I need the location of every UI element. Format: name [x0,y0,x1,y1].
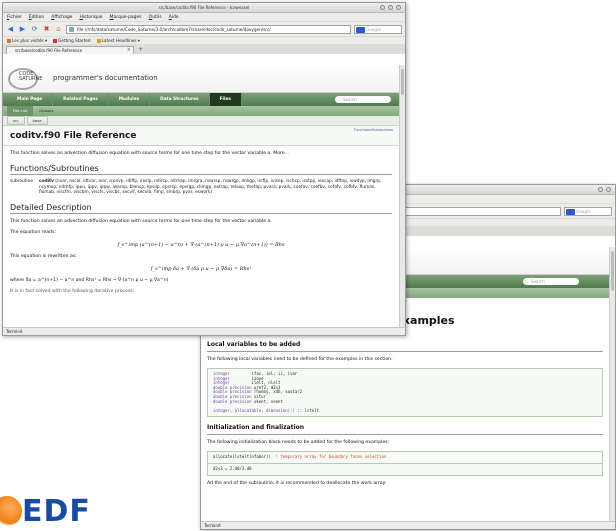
breadcrumb-src[interactable]: src [7,116,25,125]
menu-edit[interactable]: Édition [29,13,45,21]
doc-search-input[interactable]: Search [335,96,391,103]
rss-icon [96,38,101,43]
status-bar: Terminé [3,327,405,335]
tab-modules[interactable]: Modules [109,93,151,106]
detailed-text: This function solves an advection diffus… [10,218,272,224]
tab-related-pages[interactable]: Related Pages [53,93,109,106]
new-tab-plus-icon[interactable]: + [138,46,143,54]
where-text: where δa = a^(n+1) − a^n and Rhs¹ = Rhs … [10,277,169,283]
menu-history[interactable]: Historique [79,13,102,21]
doc-body: This function solves an advection diffus… [3,151,399,295]
equation-intro: The equation reads: [10,229,57,235]
code-keyword: integer, allocatable, dimension(:) [213,407,295,413]
breadcrumb-base[interactable]: base [26,116,48,125]
doxygen-subnav: File List Globals [3,106,399,116]
code-keyword: double precision [213,398,252,404]
tab-strip: src/base/coditv.f90 File Reference × + [3,45,405,54]
code-saturne-logo-text: CODE SATURNE [19,71,43,82]
menu-bookmarks[interactable]: Marque-pages [110,13,142,21]
browser-tab-coditv[interactable]: src/base/coditv.f90 File Reference × [6,46,134,54]
bookmark-most-visited[interactable]: Les plus visités ▾ [7,37,47,44]
navigation-toolbar: ◀ ▶ ⟳ ✖ ⌂ file:///nfs/data/saturne/Code_… [3,22,405,37]
minimize-button[interactable] [598,187,603,192]
breadcrumb: src base [3,116,399,126]
tab-file-list[interactable]: File List [7,106,34,116]
bookmark-getting-started[interactable]: Getting Started [53,37,91,44]
code-block-init-2: d2s3 = 2.d0/3.d0 [207,462,603,476]
back-arrow-icon[interactable]: ◀ [6,25,15,34]
google-icon [356,26,365,33]
scrollbar-thumb[interactable] [611,251,614,291]
project-description: programmer's documentation [53,74,158,82]
bookmark-latest-headlines[interactable]: Latest Headlines ▾ [96,37,140,44]
firefox-icon [53,38,58,43]
code-text: :: lstelt [294,407,319,413]
section-heading-functions: Functions/Subroutines [10,165,392,175]
page-title: coditv.f90 File Reference [10,131,137,141]
menu-file[interactable]: Fichier [7,13,22,21]
home-icon[interactable]: ⌂ [54,25,63,34]
function-args: coditv (nvar, nscal, idtvar, ivar, iconv… [38,179,382,195]
summary-link[interactable]: Functions/Subroutines [354,128,393,132]
google-icon [566,208,575,215]
equation-rewritten-text: This equation is rewritten as: [10,253,77,259]
maximize-button[interactable] [388,5,393,10]
tab-close-icon[interactable]: × [127,47,131,54]
search-box[interactable]: Google [564,206,612,216]
equation-1: f_s^imp (a^(n+1) − a^n) + ∇·(a^(n+1) ρ u… [117,241,285,248]
menu-tools[interactable]: Outils [149,13,162,21]
window-titlebar[interactable]: src/base/coditv.f90 File Reference - Ice… [3,3,405,13]
doc-search-input[interactable]: Search [523,278,579,285]
maximize-button[interactable] [606,187,611,192]
function-signature: subroutine coditv (nvar, nscal, idtvar, … [10,179,392,196]
vertical-scrollbar[interactable] [609,247,615,521]
menu-bar: Fichier Édition Affichage Historique Mar… [3,13,405,22]
doxygen-header: CODE SATURNE programmer's documentation [3,65,399,93]
forward-arrow-icon[interactable]: ▶ [18,25,27,34]
subsection-heading-locals: Local variables to be added [207,342,603,352]
tab-globals[interactable]: Globals [33,106,59,116]
tab-files[interactable]: Files [209,93,242,106]
window-title: src/base/coditv.f90 File Reference - Ice… [158,5,250,10]
locals-text: The following local variables need to be… [207,357,393,362]
iterative-process-text: It is in fact solved with the following … [10,288,135,294]
folder-icon [7,38,11,43]
brief-description: This function solves an advection diffus… [10,151,290,156]
page-content: CODE SATURNE programmer's documentation M… [3,65,399,327]
page-favicon-icon [69,27,74,32]
search-box[interactable]: Google [354,24,402,34]
bookmarks-bar: Les plus visités ▾ Getting Started Lates… [3,37,405,45]
status-bar: Terminé [201,521,615,529]
code-text: xkent, xeent [251,398,283,404]
function-kind: subroutine [10,179,33,184]
menu-help[interactable]: Aide [169,13,179,21]
edf-flame-icon [0,496,22,526]
stop-icon[interactable]: ✖ [42,25,51,34]
menu-view[interactable]: Affichage [51,13,72,21]
tab-main-page[interactable]: Main Page [7,93,54,106]
minimize-button[interactable] [380,5,385,10]
end-text: Ad the end of the subroutine, it is reco… [207,480,387,486]
function-name-link[interactable]: coditv [39,179,54,184]
title-area: coditv.f90 File Reference Functions/Subr… [3,126,399,146]
edf-logo-text: EDF [22,494,91,529]
code-block-locals: integer ifac, iel, ii, ivar integer izone… [207,368,603,418]
reload-icon[interactable]: ⟳ [30,25,39,34]
doxygen-nav-tabs: Main Page Related Pages Modules Data Str… [3,93,399,106]
url-bar[interactable]: file:///nfs/data/saturne/Code_Saturne/3.… [66,24,351,34]
subsection-heading-init: Initialization and finalization [207,425,603,436]
browser-window-coditv[interactable]: src/base/coditv.f90 File Reference - Ice… [2,2,406,336]
scrollbar-thumb[interactable] [401,69,404,95]
close-button[interactable] [396,5,401,10]
equation-2: f_s^imp δa + ∇·(δa ρ u − μ ∇δa) = Rhs¹ [150,265,252,272]
section-heading-detailed: Detailed Description [10,203,392,214]
tab-data-structures[interactable]: Data Structures [150,93,210,106]
init-text: The following initialization block needs… [207,440,390,446]
code-line: integer, allocatable, dimension(:) :: ls… [213,407,597,414]
edf-logo: EDF [0,486,110,531]
vertical-scrollbar[interactable] [399,65,405,327]
